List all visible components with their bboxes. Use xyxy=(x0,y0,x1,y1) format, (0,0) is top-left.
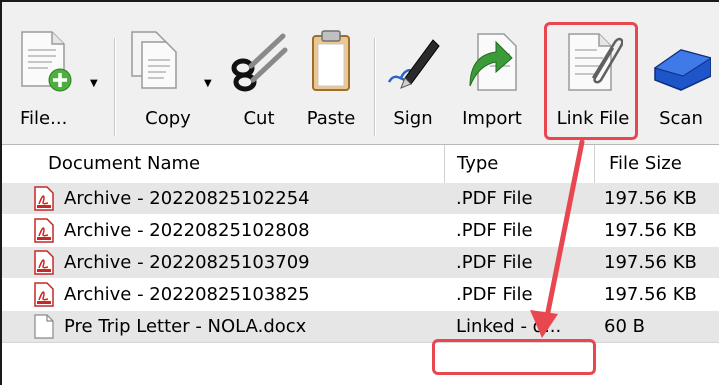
annotation-arrow xyxy=(530,139,585,338)
